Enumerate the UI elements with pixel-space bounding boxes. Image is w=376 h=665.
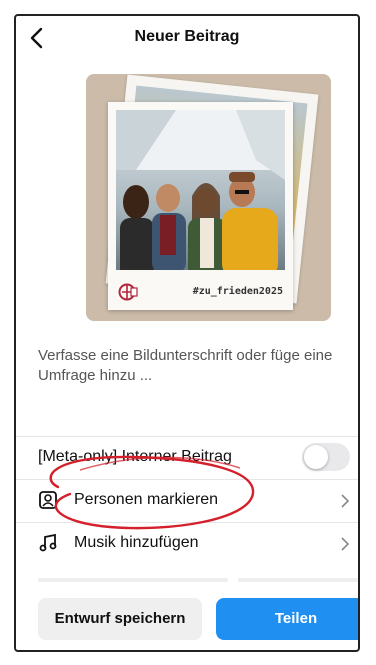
person-tag-icon: [39, 491, 57, 509]
post-image-preview[interactable]: #zu_frieden2025: [86, 74, 331, 321]
polaroid-photo-frame: #zu_frieden2025: [108, 102, 293, 310]
content-divider: [38, 578, 228, 582]
organization-logo-icon: [118, 283, 138, 301]
toggle-knob: [304, 445, 328, 469]
tag-people-label: Personen markieren: [74, 491, 219, 508]
add-music-row[interactable]: Musik hinzufügen: [16, 522, 358, 564]
add-music-label: Musik hinzufügen: [74, 534, 199, 551]
meta-internal-post-row: [Meta-only] Interner Beitrag: [16, 436, 358, 478]
top-bar: Neuer Beitrag: [16, 16, 358, 60]
share-button[interactable]: Teilen: [216, 598, 358, 640]
content-divider: [238, 578, 358, 582]
chevron-right-icon: [341, 537, 350, 551]
group-photo: [116, 110, 285, 270]
meta-internal-post-toggle[interactable]: [302, 443, 350, 471]
chevron-right-icon: [341, 494, 350, 508]
save-draft-button[interactable]: Entwurf speichern: [38, 598, 202, 640]
music-note-icon: [39, 533, 57, 552]
tag-people-row[interactable]: Personen markieren: [16, 479, 358, 521]
meta-internal-post-label: [Meta-only] Interner Beitrag: [38, 448, 232, 465]
post-hashtag: #zu_frieden2025: [192, 286, 283, 297]
caption-input[interactable]: Verfasse eine Bildunterschrift oder füge…: [38, 346, 358, 386]
phone-screen: Neuer Beitrag #zu_frieden2025 Verfasse e…: [14, 14, 360, 652]
page-title: Neuer Beitrag: [134, 28, 240, 45]
